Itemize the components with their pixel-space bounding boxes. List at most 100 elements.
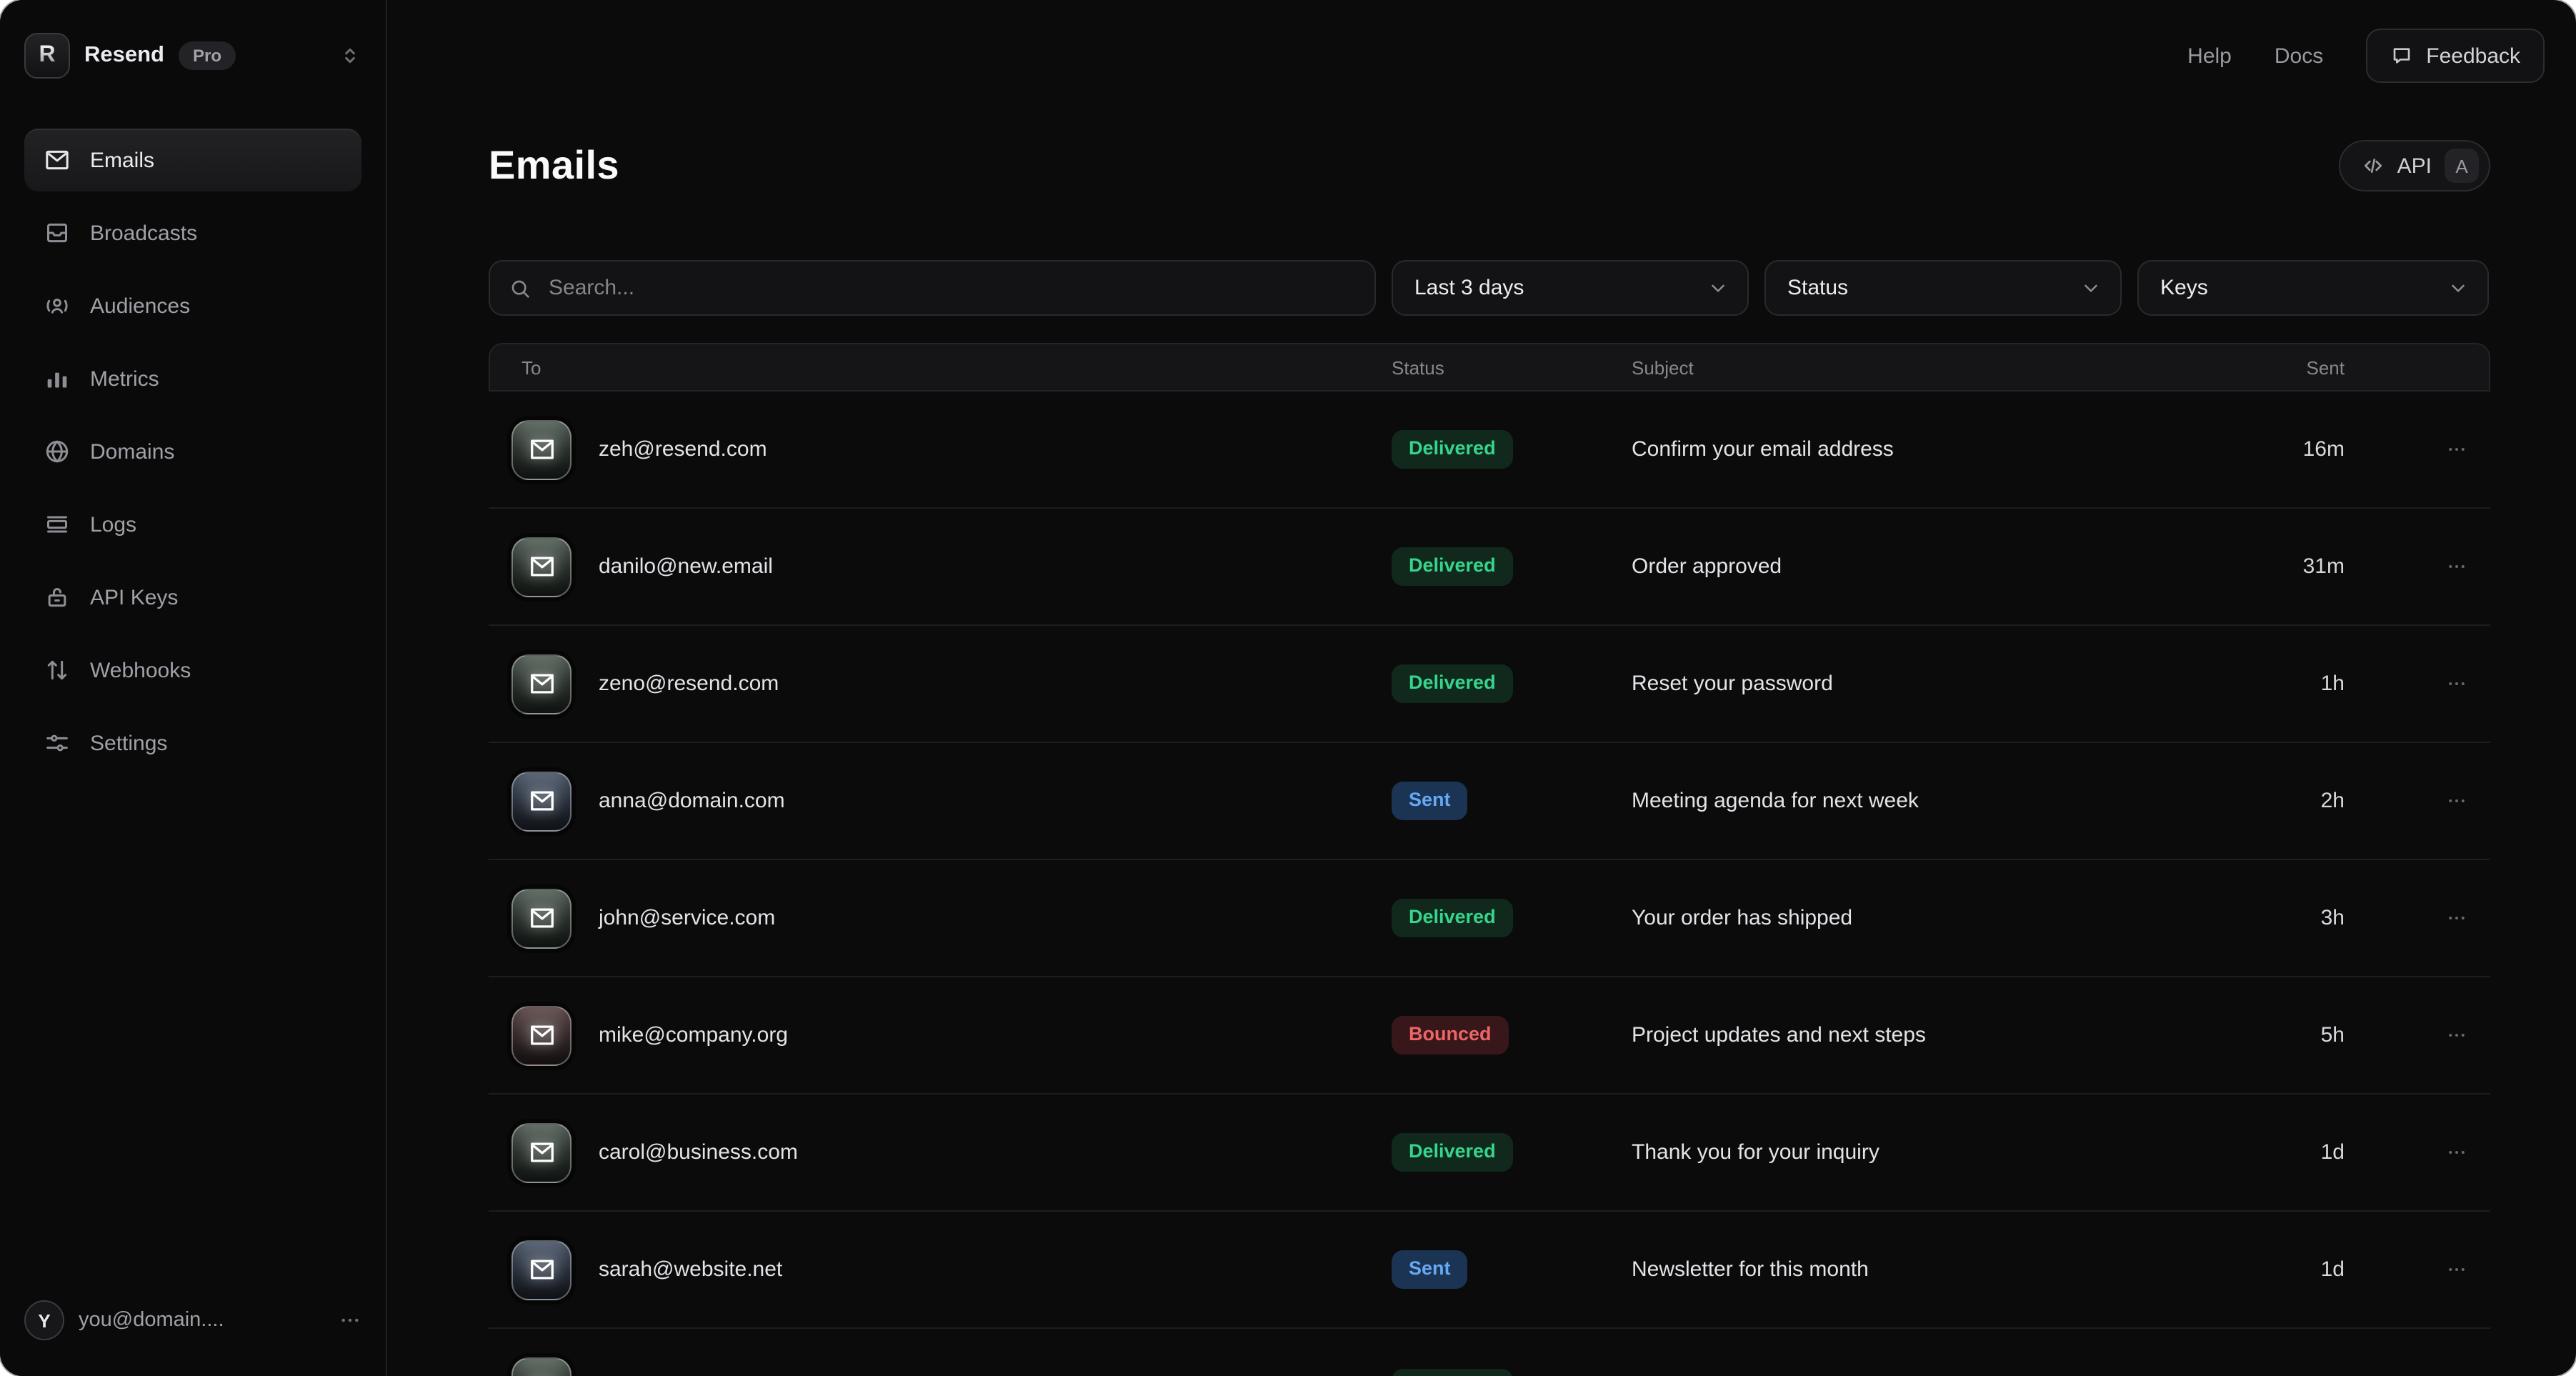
chevron-down-icon — [1707, 277, 1729, 299]
sidebar-item-logs[interactable]: Logs — [24, 493, 361, 556]
email-subject: Reset your password — [1632, 672, 2260, 696]
mail-icon — [511, 654, 571, 714]
sidebar-item-label: Broadcasts — [90, 221, 197, 245]
sidebar-item-api-keys[interactable]: API Keys — [24, 566, 361, 629]
mail-icon — [511, 771, 571, 831]
sidebar-item-label: Webhooks — [90, 658, 191, 682]
recipient-email: carol@business.com — [599, 1140, 1392, 1165]
feedback-button[interactable]: Feedback — [2366, 29, 2545, 83]
sidebar-item-label: Logs — [90, 512, 136, 537]
table-row[interactable]: zeno@resend.com Delivered Reset your pas… — [489, 626, 2490, 743]
app-window: R Resend Pro Emails Broadcasts Audiences… — [0, 0, 2576, 1376]
rows-icon — [43, 510, 71, 539]
docs-link[interactable]: Docs — [2275, 44, 2323, 68]
recipient-email: john@service.com — [599, 906, 1392, 930]
status-badge: Sent — [1392, 782, 1468, 820]
table-row[interactable]: danilo@new.email Delivered Order approve… — [489, 509, 2490, 626]
sent-time: 1d — [2321, 1257, 2345, 1282]
mail-icon — [511, 888, 571, 948]
sidebar-nav: Emails Broadcasts Audiences Metrics Doma… — [24, 129, 361, 774]
table-row[interactable]: mike@company.org Bounced Project updates… — [489, 977, 2490, 1095]
sent-time: 5h — [2321, 1023, 2345, 1047]
resend-logo: R — [24, 33, 70, 79]
emails-table: To Status Subject Sent zeh@resend.com De… — [489, 343, 2490, 1376]
search-icon — [509, 276, 531, 299]
email-subject: Newsletter for this month — [1632, 1257, 2260, 1282]
table-row[interactable]: zeh@resend.com Delivered Confirm your em… — [489, 392, 2490, 509]
row-actions-ellipsis-icon[interactable] — [2446, 439, 2467, 460]
recipient-email: zeno@resend.com — [599, 672, 1392, 696]
brand-name: Resend — [84, 43, 164, 69]
email-subject: Confirm your email address — [1632, 437, 2260, 462]
sidebar-item-webhooks[interactable]: Webhooks — [24, 639, 361, 702]
api-button-label: API — [2397, 154, 2432, 178]
status-badge: Delivered — [1392, 664, 1513, 703]
email-subject: Project updates and next steps — [1632, 1023, 2260, 1047]
sent-time: 1d — [2321, 1140, 2345, 1165]
mail-icon — [511, 419, 571, 479]
sidebar-item-audiences[interactable]: Audiences — [24, 274, 361, 337]
filter-dropdown-status[interactable]: Status — [1764, 260, 2122, 316]
row-actions-ellipsis-icon[interactable] — [2446, 673, 2467, 694]
sent-time: 1h — [2321, 672, 2345, 696]
sidebar-item-metrics[interactable]: Metrics — [24, 347, 361, 410]
column-header-subject: Subject — [1632, 357, 2260, 378]
filter-label: Keys — [2160, 276, 2208, 300]
user-menu-ellipsis-icon[interactable] — [339, 1309, 361, 1332]
mail-icon — [511, 1122, 571, 1182]
api-button[interactable]: API A — [2339, 140, 2490, 191]
row-actions-ellipsis-icon[interactable] — [2446, 907, 2467, 929]
row-actions-ellipsis-icon[interactable] — [2446, 790, 2467, 812]
table-row[interactable]: anna@domain.com Sent Meeting agenda for … — [489, 743, 2490, 860]
sidebar-item-domains[interactable]: Domains — [24, 420, 361, 483]
recipient-email: zeh@resend.com — [599, 437, 1392, 462]
filter-dropdown-keys[interactable]: Keys — [2137, 260, 2489, 316]
email-subject: Order approved — [1632, 554, 2260, 579]
chevron-down-icon — [2447, 277, 2469, 299]
table-row[interactable]: sarah@website.net Sent Newsletter for th… — [489, 1212, 2490, 1329]
recipient-email: mike@company.org — [599, 1023, 1392, 1047]
row-actions-ellipsis-icon[interactable] — [2446, 556, 2467, 577]
user-account-row[interactable]: Y you@domain.... — [24, 1299, 361, 1342]
help-link[interactable]: Help — [2187, 44, 2232, 68]
mail-icon — [511, 1005, 571, 1065]
search-box — [489, 260, 1376, 316]
filters-row: Last 3 days Status Keys — [489, 260, 2490, 316]
column-header-sent: Sent — [2307, 357, 2345, 378]
bar-chart-icon — [43, 364, 71, 393]
table-row[interactable]: Delivered — [489, 1329, 2490, 1376]
row-actions-ellipsis-icon[interactable] — [2446, 1142, 2467, 1163]
sidebar-item-broadcasts[interactable]: Broadcasts — [24, 201, 361, 264]
code-icon — [2362, 154, 2385, 177]
column-header-to: To — [511, 357, 1392, 378]
mail-icon — [43, 146, 71, 174]
status-badge: Sent — [1392, 1250, 1468, 1289]
user-email: you@domain.... — [79, 1309, 224, 1332]
status-badge: Delivered — [1392, 1133, 1513, 1172]
row-actions-ellipsis-icon[interactable] — [2446, 1259, 2467, 1280]
search-input[interactable] — [546, 274, 1356, 301]
email-subject: Your order has shipped — [1632, 906, 2260, 930]
avatar: Y — [24, 1300, 64, 1340]
workspace-switcher[interactable]: R Resend Pro — [24, 34, 361, 77]
status-badge: Delivered — [1392, 547, 1513, 586]
plan-badge: Pro — [179, 41, 236, 71]
arrows-up-down-icon — [43, 656, 71, 684]
mail-icon — [511, 1240, 571, 1300]
table-row[interactable]: john@service.com Delivered Your order ha… — [489, 860, 2490, 977]
api-shortcut-key: A — [2445, 149, 2479, 183]
sent-time: 31m — [2303, 554, 2345, 579]
table-row[interactable]: carol@business.com Delivered Thank you f… — [489, 1095, 2490, 1212]
sidebar-item-settings[interactable]: Settings — [24, 712, 361, 774]
sent-time: 2h — [2321, 789, 2345, 813]
chevrons-up-down-icon[interactable] — [339, 44, 361, 67]
filter-dropdown-last-3-days[interactable]: Last 3 days — [1392, 260, 1749, 316]
sidebar-item-emails[interactable]: Emails — [24, 129, 361, 191]
title-row: Emails API A — [489, 139, 2490, 193]
topbar: Help Docs Feedback — [2187, 29, 2545, 83]
main-content: Emails API A Last 3 days Sta — [387, 0, 2576, 1376]
row-actions-ellipsis-icon[interactable] — [2446, 1024, 2467, 1046]
table-body: zeh@resend.com Delivered Confirm your em… — [489, 392, 2490, 1376]
mail-icon — [511, 537, 571, 597]
sidebar: R Resend Pro Emails Broadcasts Audiences… — [0, 0, 387, 1376]
